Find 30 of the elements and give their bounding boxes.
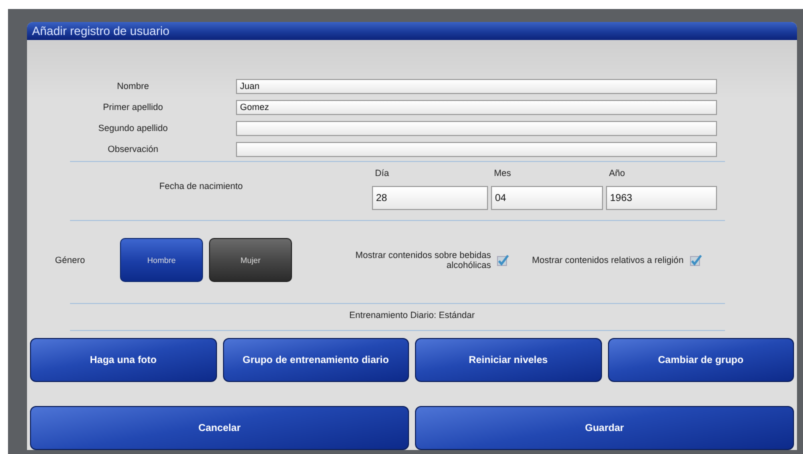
field-label: Observación [106,144,160,154]
checkbox[interactable] [497,254,509,266]
input-field[interactable]: Gomez [236,100,717,114]
field-label: Año [608,168,626,178]
field-label: Género [54,255,85,265]
action-button[interactable]: Cancelar [30,406,409,450]
input-field[interactable]: 04 [491,186,603,210]
field-label: Nombre [116,81,150,91]
field-label: Primer apellido [102,102,164,112]
action-button[interactable]: Haga una foto [30,338,216,382]
checkbox[interactable] [690,254,702,266]
checkbox-label: Mostrar contenidos sobre bebidas alcohólicas [354,250,491,270]
input-field[interactable] [236,142,717,156]
checkbox-label: Mostrar contenidos relativos a religión [532,255,684,265]
toggle-button[interactable]: Mujer [209,238,292,282]
field-label: Mes [493,168,512,178]
training-label: Entrenamiento Diario: Estándar [349,310,475,320]
input-field[interactable]: 1963 [606,186,717,210]
action-button[interactable]: Cambiar de grupo [608,338,794,382]
toggle-button[interactable]: Hombre [120,238,203,282]
action-button[interactable]: Grupo de entrenamiento diario [222,338,409,382]
field-label: Día [374,168,390,178]
input-field[interactable]: 28 [372,186,488,210]
field-label: Fecha de nacimiento [158,181,244,191]
field-label: Segundo apellido [97,123,169,133]
action-button[interactable]: Guardar [415,406,794,450]
input-field[interactable] [236,120,717,136]
action-button[interactable]: Reiniciar niveles [415,338,602,382]
dialog-title: Añadir registro de usuario [32,24,170,38]
input-field[interactable]: Juan [236,78,717,94]
